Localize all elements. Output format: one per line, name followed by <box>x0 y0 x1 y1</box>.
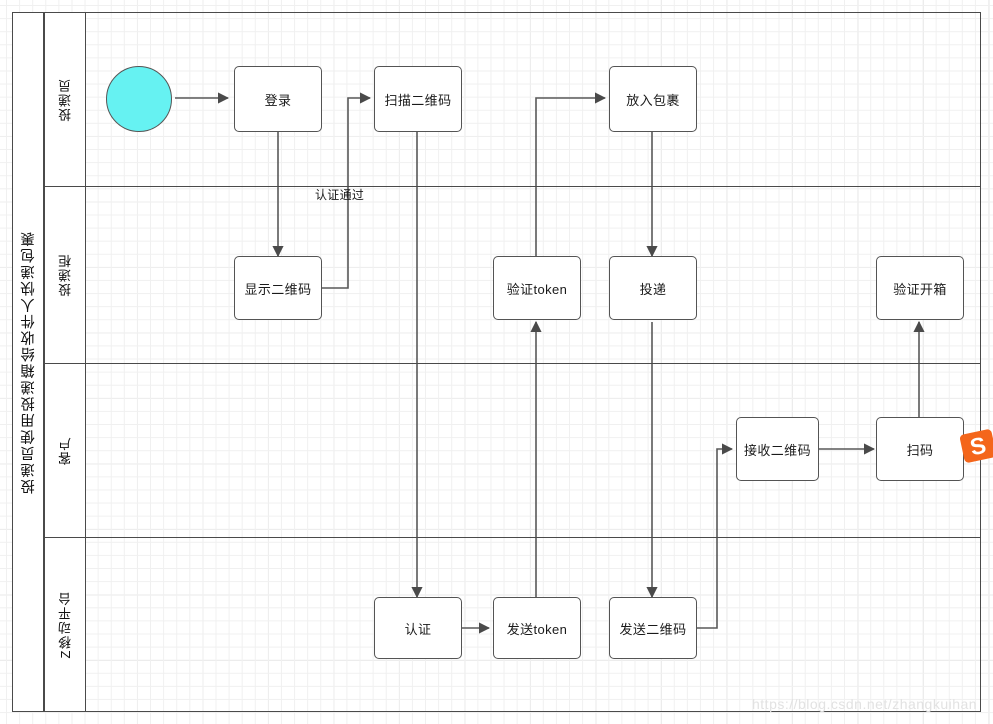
lane-label-customer-text: 客户 <box>57 436 73 465</box>
node-verify-token[interactable]: 验证token <box>493 256 581 320</box>
edge-label-auth-passed: 认证通过 <box>315 186 364 203</box>
lane-label-courier: 投递员 <box>44 12 86 187</box>
node-verify-open[interactable]: 验证开箱 <box>876 256 964 320</box>
node-send-qr[interactable]: 发送二维码 <box>609 597 697 659</box>
node-scan-qr[interactable]: 扫描二维码 <box>374 66 462 132</box>
node-put-package-label: 放入包裹 <box>626 92 680 108</box>
node-send-token-label: 发送token <box>506 621 568 637</box>
lane-label-locker-text: 投递柜 <box>57 253 73 297</box>
node-show-qr[interactable]: 显示二维码 <box>234 256 322 320</box>
node-scan-code[interactable]: 扫码 <box>876 417 964 481</box>
node-send-qr-label: 发送二维码 <box>619 621 687 637</box>
lane-label-platform-text: Z移动平台 <box>57 590 73 659</box>
node-verify-open-label: 验证开箱 <box>893 281 947 297</box>
node-scan-code-label: 扫码 <box>906 442 934 458</box>
node-show-qr-label: 显示二维码 <box>244 281 312 297</box>
node-receive-qr[interactable]: 接收二维码 <box>736 417 819 481</box>
edge-label-auth-passed-text: 认证通过 <box>315 188 365 202</box>
node-auth-label: 认证 <box>404 621 432 637</box>
node-start[interactable] <box>106 66 172 132</box>
node-verify-token-label: 验证token <box>506 281 568 297</box>
lane-label-customer: 客户 <box>44 363 86 538</box>
pool-title-text: 投递员使用投递箱给收件人快递包裹 <box>20 230 37 494</box>
node-deliver-label: 投递 <box>639 281 667 297</box>
node-login-label: 登录 <box>264 92 292 108</box>
edge-send-qr-to-receive-qr <box>696 443 734 629</box>
watermark: https://blog.csdn.net/zhangkuihan <box>752 696 977 712</box>
node-auth[interactable]: 认证 <box>374 597 462 659</box>
node-scan-qr-label: 扫描二维码 <box>384 92 452 108</box>
node-send-token[interactable]: 发送token <box>493 597 581 659</box>
node-deliver[interactable]: 投递 <box>609 256 697 320</box>
watermark-text: https://blog.csdn.net/zhangkuihan <box>752 696 978 712</box>
lane-label-platform: Z移动平台 <box>44 537 86 712</box>
lane-label-courier-text: 投递员 <box>57 77 73 122</box>
edge-verify-token-to-put-package <box>535 92 607 256</box>
pool-title: 投递员使用投递箱给收件人快递包裹 <box>12 12 44 712</box>
node-login[interactable]: 登录 <box>234 66 322 132</box>
node-receive-qr-label: 接收二维码 <box>743 442 811 458</box>
lane-label-locker: 投递柜 <box>44 186 86 364</box>
sogou-input-logo: S <box>960 429 993 463</box>
node-put-package[interactable]: 放入包裹 <box>609 66 697 132</box>
diagram-canvas: 投递员使用投递箱给收件人快递包裹 投递员 投递柜 客户 Z移动平台 登录 扫描二… <box>0 0 993 724</box>
